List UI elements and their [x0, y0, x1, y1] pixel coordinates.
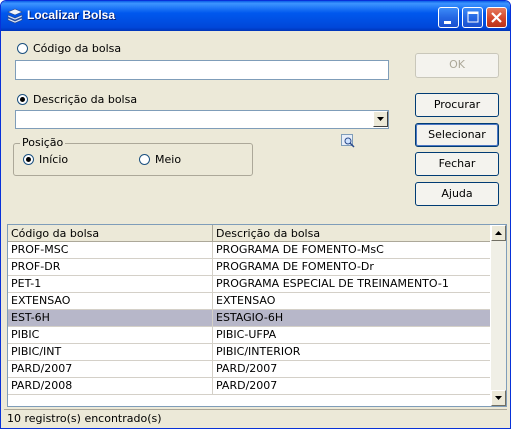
vertical-scrollbar[interactable] — [491, 225, 506, 406]
table-row[interactable]: PROF-MSC PROGRAMA DE FOMENTO-MsC — [8, 242, 490, 259]
code-cell: EXTENSAO — [8, 293, 213, 310]
minimize-icon — [444, 21, 451, 24]
close-button[interactable]: Fechar — [415, 152, 499, 176]
maximize-button[interactable] — [462, 7, 483, 28]
position-middle-radio[interactable] — [139, 154, 150, 165]
code-cell: PIBIC/INT — [8, 344, 213, 361]
window-title: Localizar Bolsa — [27, 8, 116, 22]
code-search-radio[interactable] — [17, 43, 28, 54]
localizar-bolsa-window: Localizar Bolsa Código da bolsa Descriçã… — [0, 0, 511, 429]
scroll-up-button[interactable] — [491, 225, 506, 241]
code-cell: PARD/2007 — [8, 361, 213, 378]
description-combobox[interactable] — [15, 110, 389, 129]
chevron-up-icon — [495, 231, 502, 235]
stack-icon — [7, 8, 23, 24]
chevron-down-icon — [495, 396, 502, 400]
ok-button[interactable]: OK — [415, 53, 499, 78]
description-cell: PROGRAMA DE FOMENTO-Dr — [216, 260, 374, 273]
search-button[interactable]: Procurar — [415, 93, 499, 117]
description-cell: PROGRAMA DE FOMENTO-MsC — [216, 243, 384, 256]
table-row[interactable]: PARD/2007 PARD/2007 — [8, 361, 490, 378]
description-cell: PIBIC-UFPA — [216, 328, 277, 341]
table-row[interactable]: PROF-DR PROGRAMA DE FOMENTO-Dr — [8, 259, 490, 276]
description-search-label: Descrição da bolsa — [33, 93, 138, 106]
code-cell: PARD/2008 — [8, 378, 213, 395]
code-search-label: Código da bolsa — [33, 42, 122, 55]
results-grid[interactable]: Código da bolsa Descrição da bolsa PROF-… — [7, 224, 507, 407]
chevron-down-icon — [377, 117, 384, 121]
table-row[interactable]: PET-1 PROGRAMA ESPECIAL DE TREINAMENTO-1 — [8, 276, 490, 293]
dialog-body: Código da bolsa Descrição da bolsa Posiç… — [4, 31, 507, 426]
description-cell: PARD/2007 — [216, 362, 278, 375]
table-row[interactable]: EXTENSAO EXTENSAO — [8, 293, 490, 310]
description-cell: ESTAGIO-6H — [216, 311, 284, 324]
select-button[interactable]: Selecionar — [415, 123, 499, 147]
table-row[interactable]: PIBIC PIBIC-UFPA — [8, 327, 490, 344]
code-cell: PIBIC — [8, 327, 213, 344]
description-dropdown-button[interactable] — [373, 111, 388, 127]
description-cell: PIBIC/INTERIOR — [216, 345, 301, 358]
description-search-radio[interactable] — [17, 94, 28, 105]
column-header-code[interactable]: Código da bolsa — [8, 225, 213, 242]
minimize-button[interactable] — [438, 7, 459, 28]
code-cell: PET-1 — [8, 276, 213, 293]
code-cell: PROF-DR — [8, 259, 213, 276]
magnifier-icon[interactable] — [341, 134, 355, 148]
position-start-label: Início — [39, 153, 69, 166]
table-row[interactable]: PIBIC/INT PIBIC/INTERIOR — [8, 344, 490, 361]
code-input[interactable] — [15, 60, 389, 80]
table-row[interactable]: PARD/2008 PARD/2007 — [8, 378, 490, 395]
maximize-icon — [467, 11, 479, 23]
table-row-selected[interactable]: EST-6H ESTAGIO-6H — [8, 310, 490, 327]
title-bar[interactable]: Localizar Bolsa — [1, 1, 510, 31]
close-window-button[interactable] — [486, 7, 507, 28]
position-start-radio[interactable] — [23, 154, 34, 165]
description-cell: PARD/2007 — [216, 379, 278, 392]
position-middle-label: Meio — [155, 153, 182, 166]
code-cell: PROF-MSC — [8, 242, 213, 259]
column-header-description[interactable]: Descrição da bolsa — [213, 225, 490, 242]
description-cell: EXTENSAO — [216, 294, 276, 307]
grid-header: Código da bolsa Descrição da bolsa — [8, 225, 490, 242]
scroll-down-button[interactable] — [491, 390, 506, 406]
help-button[interactable]: Ajuda — [415, 182, 499, 206]
position-group-title: Posição — [20, 136, 66, 149]
record-count-text: 10 registro(s) encontrado(s) — [7, 412, 162, 425]
close-icon — [491, 12, 502, 23]
status-bar: 10 registro(s) encontrado(s) — [4, 409, 507, 426]
description-cell: PROGRAMA ESPECIAL DE TREINAMENTO-1 — [216, 277, 449, 290]
code-cell: EST-6H — [8, 310, 213, 327]
